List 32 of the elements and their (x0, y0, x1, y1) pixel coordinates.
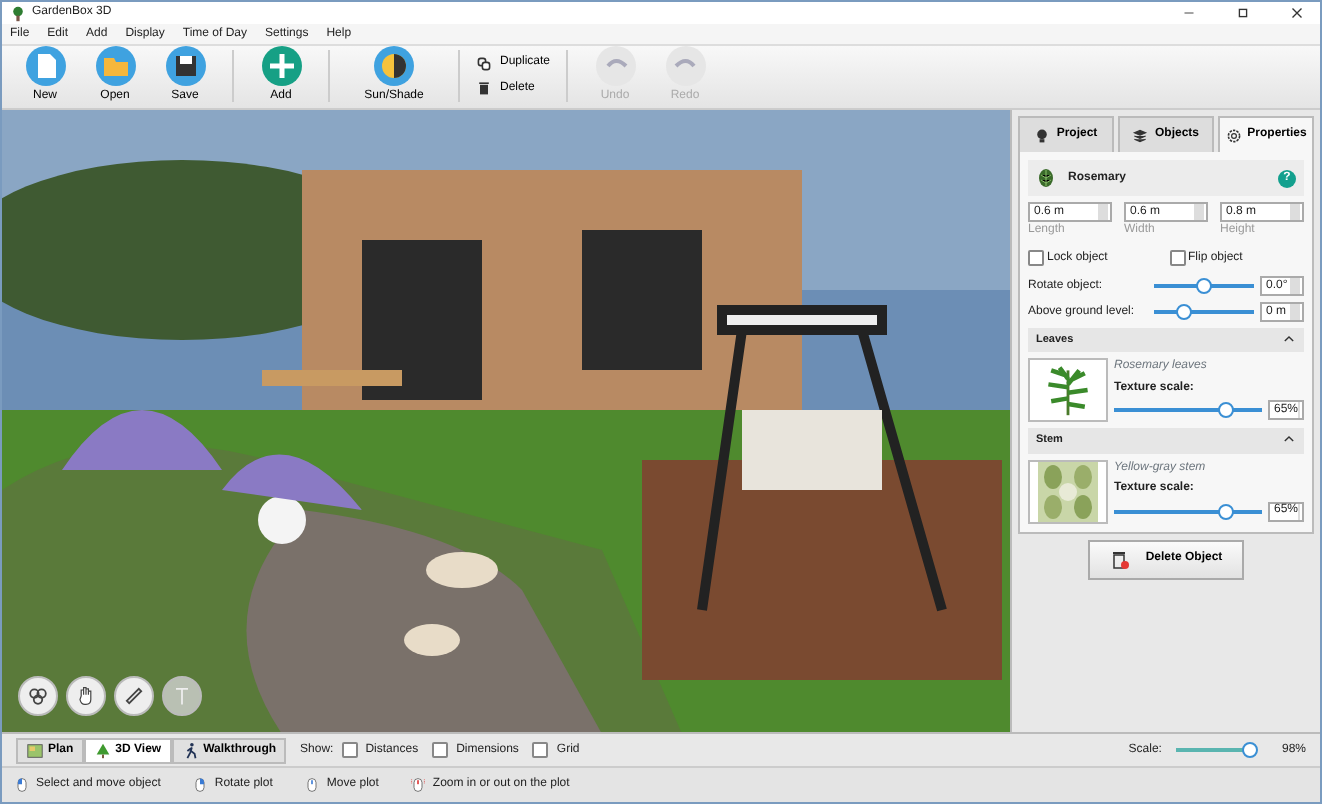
mouse-left-icon (14, 776, 30, 794)
checkbox[interactable] (1169, 250, 1185, 266)
mouse-right-icon (192, 776, 209, 794)
trash-icon (1109, 547, 1130, 571)
ruler-icon (122, 684, 146, 708)
sun-shade-icon (374, 46, 414, 86)
flowers-icon (26, 684, 50, 708)
trash-icon (476, 80, 492, 97)
slider-thumb[interactable] (1241, 742, 1258, 758)
checkbox[interactable] (1028, 250, 1044, 266)
duplicate-icon (476, 55, 492, 72)
checkbox[interactable] (432, 742, 449, 758)
maximize-icon[interactable] (1233, 4, 1251, 22)
app-logo-icon (10, 5, 26, 21)
checkbox[interactable] (532, 742, 549, 758)
tree-icon (93, 741, 112, 759)
text-tool-icon (170, 684, 194, 708)
folder-icon (95, 46, 135, 86)
gear-icon (1225, 127, 1242, 143)
bulb-icon (1034, 127, 1051, 143)
slider-thumb[interactable] (1176, 304, 1192, 320)
slider-thumb[interactable] (1217, 503, 1233, 519)
mouse-middle-icon (304, 776, 321, 794)
layers-icon (1132, 127, 1149, 143)
plant-icon (1036, 166, 1056, 190)
walking-person-icon (181, 741, 200, 759)
close-icon[interactable] (1287, 4, 1305, 22)
mouse-scroll-icon (410, 776, 427, 794)
plan-icon (26, 741, 44, 759)
checkbox[interactable] (341, 742, 358, 758)
slider-thumb[interactable] (1217, 402, 1233, 419)
slider-thumb[interactable] (1196, 278, 1212, 294)
